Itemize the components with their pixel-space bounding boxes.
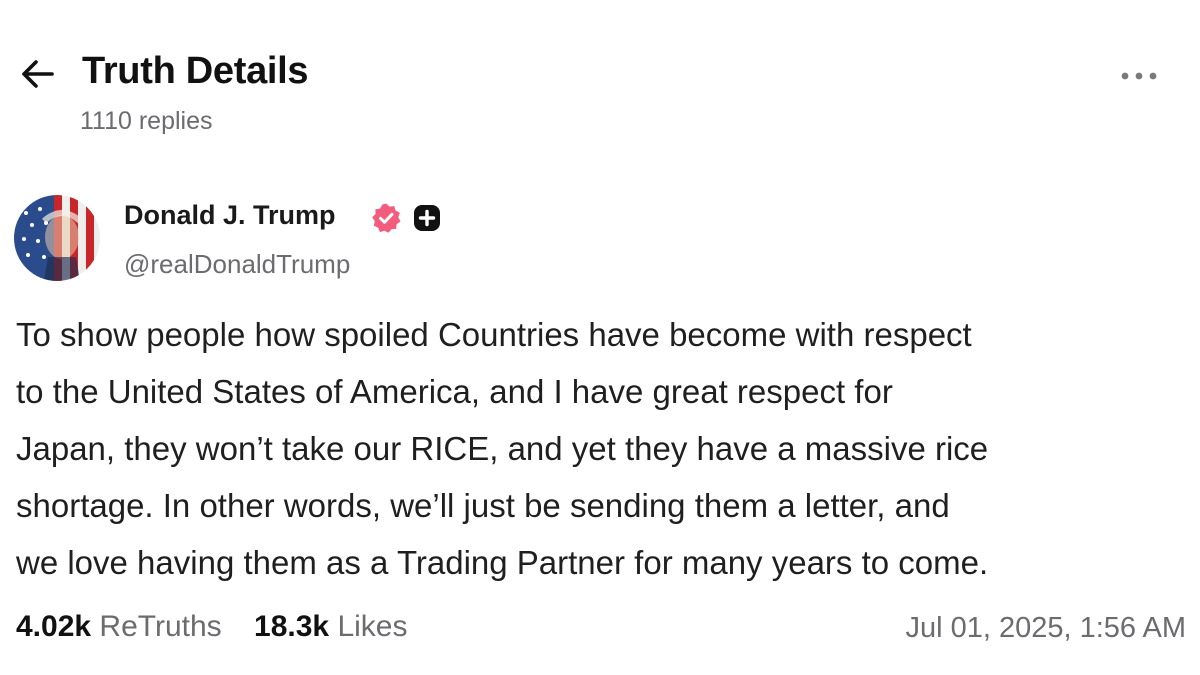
likes-stat[interactable]: 18.3k Likes bbox=[254, 610, 407, 644]
retruths-stat[interactable]: 4.02k ReTruths bbox=[16, 610, 222, 644]
post-author: Donald J. Trump @realDonaldTrump bbox=[14, 195, 714, 285]
post-text-line: to the United States of America, and I h… bbox=[16, 373, 893, 410]
post-text-line: shortage. In other words, we’ll just be … bbox=[16, 487, 950, 524]
post-text-line: we love having them as a Trading Partner… bbox=[16, 544, 989, 581]
post-stats: 4.02k ReTruths 18.3k Likes bbox=[16, 610, 432, 644]
retruths-count: 4.02k bbox=[16, 610, 92, 643]
arrow-left-icon bbox=[22, 60, 54, 88]
post-text: To show people how spoiled Countries hav… bbox=[16, 306, 1186, 591]
verified-badge-icon bbox=[372, 203, 401, 233]
retruths-label: ReTruths bbox=[99, 610, 222, 643]
author-handle[interactable]: @realDonaldTrump bbox=[124, 249, 350, 280]
post-text-line: Japan, they won’t take our RICE, and yet… bbox=[16, 430, 989, 467]
post-timestamp: Jul 01, 2025, 1:56 AM bbox=[905, 612, 1186, 644]
likes-count: 18.3k bbox=[254, 610, 330, 643]
more-options-button[interactable] bbox=[1118, 66, 1162, 86]
reply-count: 1110 replies bbox=[80, 107, 213, 135]
page-title: Truth Details bbox=[82, 50, 309, 92]
avatar[interactable] bbox=[14, 195, 100, 281]
back-button[interactable] bbox=[18, 54, 58, 94]
post-text-line: To show people how spoiled Countries hav… bbox=[16, 316, 972, 353]
truth-plus-icon bbox=[414, 205, 440, 231]
more-horizontal-icon bbox=[1121, 72, 1157, 80]
likes-label: Likes bbox=[337, 610, 408, 643]
author-name[interactable]: Donald J. Trump bbox=[124, 200, 336, 231]
page-header: Truth Details 1110 replies bbox=[18, 48, 1182, 148]
